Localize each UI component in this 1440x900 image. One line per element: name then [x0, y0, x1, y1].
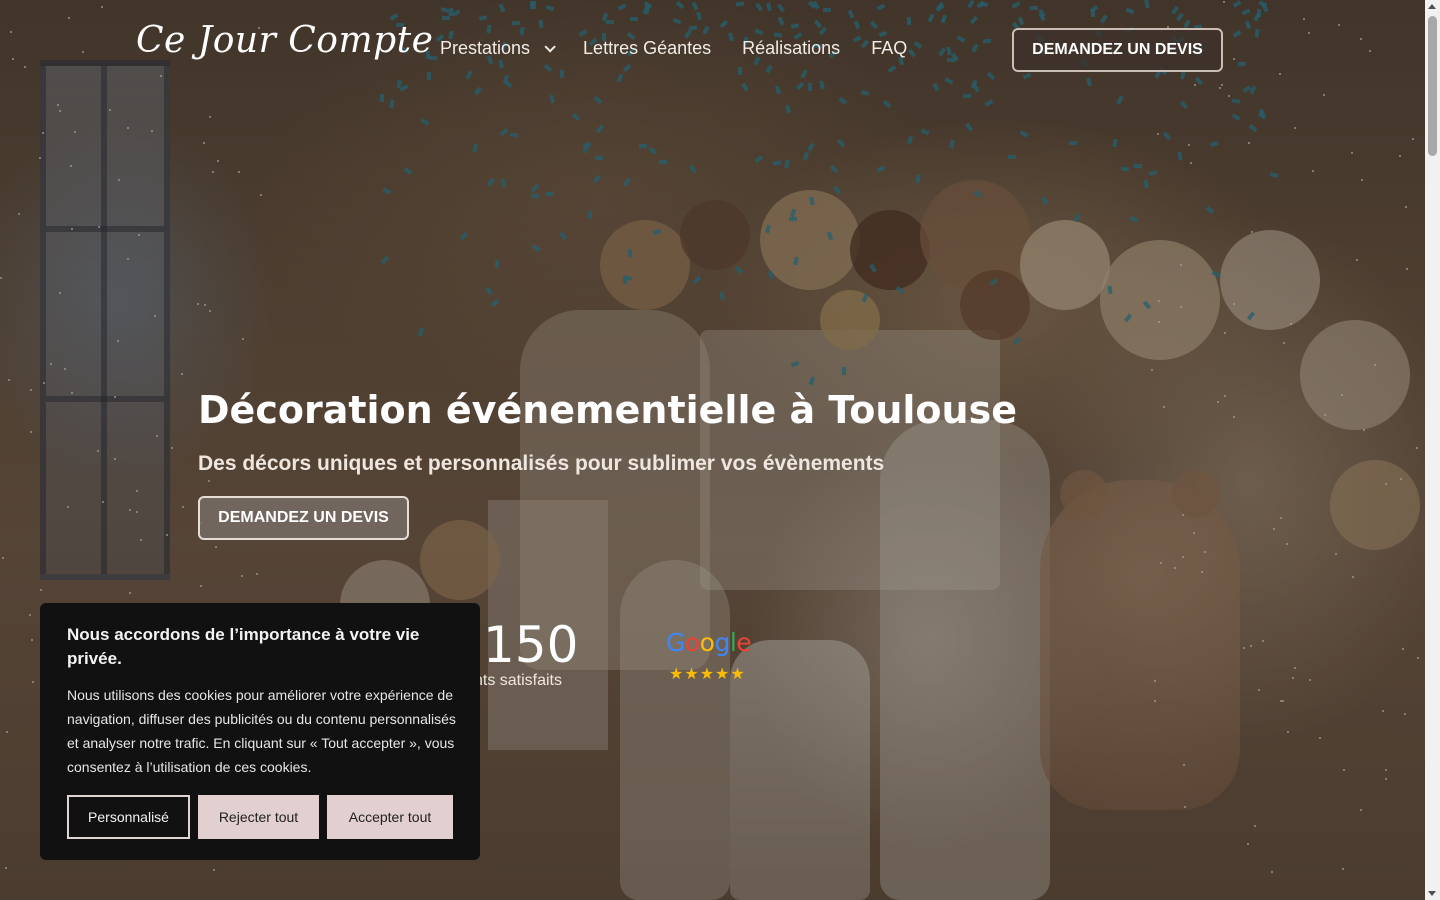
- scroll-down-icon[interactable]: [1428, 891, 1436, 896]
- cookie-title: Nous accordons de l’importance à votre v…: [67, 625, 420, 668]
- header-quote-button[interactable]: DEMANDEZ UN DEVIS: [1012, 28, 1223, 72]
- scroll-up-icon[interactable]: [1428, 4, 1436, 9]
- chevron-down-icon[interactable]: [544, 40, 556, 53]
- cookie-consent-banner: Nous accordons de l’importance à votre v…: [40, 603, 480, 860]
- google-letter: g: [714, 628, 730, 657]
- page-scrollbar[interactable]: [1425, 0, 1440, 900]
- hero-title: Décoration événementielle à Toulouse: [198, 388, 1017, 432]
- hero-subtitle: Des décors uniques et personnalisés pour…: [198, 452, 885, 475]
- nav-item-lettres-geantes[interactable]: Lettres Géantes: [583, 38, 711, 59]
- nav-item-label: Lettres Géantes: [583, 38, 712, 58]
- google-logo: Google: [666, 628, 752, 657]
- cookie-reject-button[interactable]: Rejecter tout: [198, 795, 319, 839]
- google-letter: o: [699, 628, 715, 657]
- cookie-customize-button[interactable]: Personnalisé: [67, 795, 190, 839]
- site-logo[interactable]: Ce Jour Compte: [136, 20, 433, 61]
- nav-item-prestations[interactable]: Prestations: [440, 38, 556, 59]
- clients-count: 150: [483, 616, 579, 674]
- cookie-text: Nous utilisons des cookies pour améliore…: [67, 687, 456, 775]
- google-letter: G: [666, 628, 685, 657]
- nav-item-label: Prestations: [440, 38, 531, 58]
- google-letter: o: [684, 628, 700, 657]
- google-letter: e: [736, 628, 752, 657]
- main-nav: Prestations Lettres Géantes Réalisations…: [440, 38, 938, 59]
- rating-stars-icon: ★★★★★: [669, 666, 746, 683]
- hero-quote-button[interactable]: DEMANDEZ UN DEVIS: [198, 496, 409, 540]
- site-header: Ce Jour Compte Prestations Lettres Géant…: [0, 0, 1425, 100]
- scrollbar-thumb[interactable]: [1428, 16, 1437, 156]
- nav-item-faq[interactable]: FAQ: [871, 38, 907, 59]
- cookie-accept-button[interactable]: Accepter tout: [327, 795, 453, 839]
- nav-item-label: Réalisations: [742, 38, 841, 58]
- nav-item-label: FAQ: [871, 38, 908, 58]
- nav-item-realisations[interactable]: Réalisations: [742, 38, 840, 59]
